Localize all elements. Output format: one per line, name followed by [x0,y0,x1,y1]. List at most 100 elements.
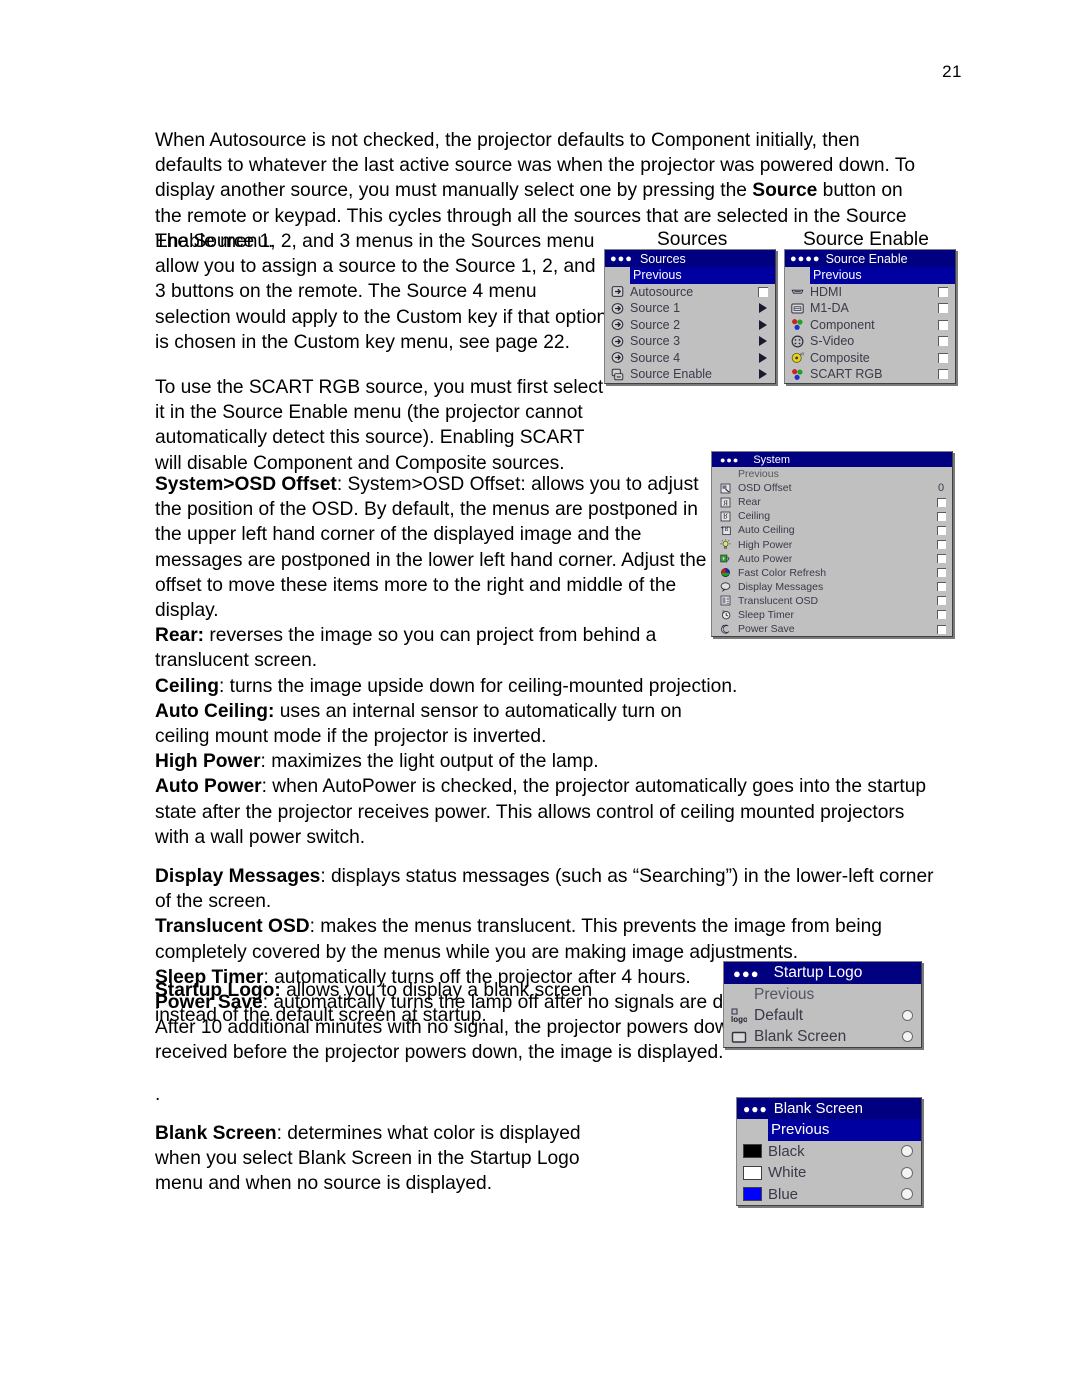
osd-menu-item[interactable]: Auto Power [712,552,952,566]
osd-menu-blank-screen[interactable]: ●●● Blank Screen Previous Black White Blue [736,1097,922,1206]
auto-ceiling-icon: R [720,525,731,536]
osd-previous-item[interactable]: Previous [712,467,952,481]
osd-menu-item[interactable]: OSD Offset 0 [712,481,952,495]
osd-menu-sources[interactable]: ●●● Sources Previous Autosource Source 1 Sour… [604,249,776,384]
osd-menu-item[interactable]: Black [737,1141,921,1163]
osd-item-control-cell [931,286,955,297]
osd-menu-item[interactable]: Autosource [605,284,775,301]
osd-item-label: M1-DA [810,301,849,316]
osd-title-bar: ●●● Startup Logo [724,962,921,984]
checkbox-ceiling[interactable] [936,511,946,521]
osd-item-icon-cell [605,335,630,348]
osd-menu-item[interactable]: R Ceiling [712,509,952,523]
osd-menu-item[interactable]: z Sleep Timer [712,608,952,622]
osd-menu-item[interactable]: Source Enable [605,366,775,383]
checkbox-display-messages[interactable] [936,582,946,592]
checkbox-s-video[interactable] [938,336,948,347]
submenu-arrow-icon[interactable] [759,303,767,314]
svideo-icon [791,335,804,348]
checkbox-rear[interactable] [936,497,946,507]
checkbox-autosource[interactable] [758,286,768,297]
osd-previous-item[interactable]: Previous [630,267,775,284]
osd-menu-item[interactable]: z Power Save [712,622,952,636]
osd-item-icon-cell [605,285,630,298]
osd-menu-source-enable[interactable]: ●●●● Source Enable Previous HDMI M1-DA Compon… [784,249,956,384]
osd-menu-system[interactable]: ●●● System Previous OSD Offset 0 R Rear R Ceilin… [711,451,953,638]
osd-menu-item[interactable]: S-Video [785,333,955,350]
checkbox-fast-color-refresh[interactable] [936,568,946,578]
osd-item-label: Default [754,1006,804,1024]
osd-item-control-cell [930,554,952,564]
checkbox-auto-power[interactable] [936,554,946,564]
osd-menu-item[interactable]: Component [785,317,955,334]
osd-offset-icon [720,483,731,494]
radio-black[interactable] [901,1145,913,1158]
value-osd-offset[interactable]: 0 [938,482,944,494]
osd-title-text: System [753,453,790,466]
osd-menu-item[interactable]: Translucent OSD [712,594,952,608]
osd-menu-item[interactable]: Composite [785,350,955,367]
osd-item-icon-cell [712,595,738,606]
color-swatch-white-icon [743,1165,762,1180]
submenu-arrow-icon[interactable] [759,336,767,347]
osd-previous-item[interactable]: Previous [768,1119,921,1141]
checkbox-auto-ceiling[interactable] [936,525,946,535]
submenu-arrow-icon[interactable] [759,319,767,330]
osd-item-label: Composite [810,350,870,365]
osd-title-bar: ●●● Sources [605,250,775,267]
osd-previous-item[interactable]: Previous [810,267,955,284]
osd-item-icon-cell [737,1144,768,1159]
osd-menu-item[interactable]: logo Default [724,1005,921,1026]
osd-menu-item[interactable]: Source 2 [605,317,775,334]
radio-blank-screen[interactable] [901,1031,913,1042]
checkbox-translucent-osd[interactable] [936,596,946,606]
hdmi-icon [791,285,804,298]
osd-menu-item[interactable]: Blank Screen [724,1026,921,1047]
osd-menu-item[interactable]: SCART RGB [785,366,955,383]
osd-menu-item[interactable]: R Auto Ceiling [712,523,952,537]
osd-item-control-cell [930,624,952,634]
osd-title-bar: ●●● Blank Screen [737,1098,921,1119]
osd-item-label: Display Messages [738,580,824,593]
osd-item-control-cell [751,319,775,330]
radio-white[interactable] [901,1166,913,1179]
osd-menu-item[interactable]: M1-DA [785,300,955,317]
caption-source-enable: Source Enable [803,229,929,250]
osd-menu-item[interactable]: Source 1 [605,300,775,317]
osd-item-control-cell [930,582,952,592]
radio-blue[interactable] [901,1188,913,1201]
paragraph: To use the SCART RGB source, you must fi… [155,377,604,474]
checkbox-hdmi[interactable] [938,286,948,297]
osd-menu-startup-logo[interactable]: ●●● Startup Logo Previous logo Default Blank … [723,961,922,1048]
osd-menu-item[interactable]: Source 4 [605,350,775,367]
osd-item-label: Autosource [630,284,694,299]
osd-item-label: Source 1 [630,301,681,316]
osd-menu-item[interactable]: Blue [737,1184,921,1206]
osd-menu-item[interactable]: High Power [712,537,952,551]
osd-item-label: Source Enable [630,367,713,382]
osd-item-control-cell [751,352,775,363]
checkbox-power-save[interactable] [936,624,946,634]
osd-menu-item[interactable]: Source 3 [605,333,775,350]
osd-previous-item[interactable]: Previous [724,984,921,1005]
osd-menu-item[interactable]: White [737,1162,921,1184]
submenu-arrow-icon[interactable] [759,369,767,380]
osd-item-icon-cell [605,318,630,331]
checkbox-component[interactable] [938,319,948,330]
osd-item-icon-cell: R [712,511,738,522]
submenu-arrow-icon[interactable] [759,352,767,363]
checkbox-m1-da[interactable] [938,303,948,314]
osd-item-icon-cell [737,1187,768,1202]
checkbox-high-power[interactable] [936,540,946,550]
osd-item-control-cell [931,352,955,363]
radio-default[interactable] [901,1010,913,1021]
checkbox-composite[interactable] [938,352,948,363]
osd-menu-item[interactable]: HDMI [785,284,955,301]
checkbox-sleep-timer[interactable] [936,610,946,620]
osd-menu-item[interactable]: Display Messages [712,580,952,594]
osd-item-label: Source 2 [630,317,681,332]
osd-item-label: SCART RGB [810,367,883,382]
osd-menu-item[interactable]: Fast Color Refresh [712,566,952,580]
checkbox-scart-rgb[interactable] [938,369,948,380]
osd-menu-item[interactable]: R Rear [712,495,952,509]
